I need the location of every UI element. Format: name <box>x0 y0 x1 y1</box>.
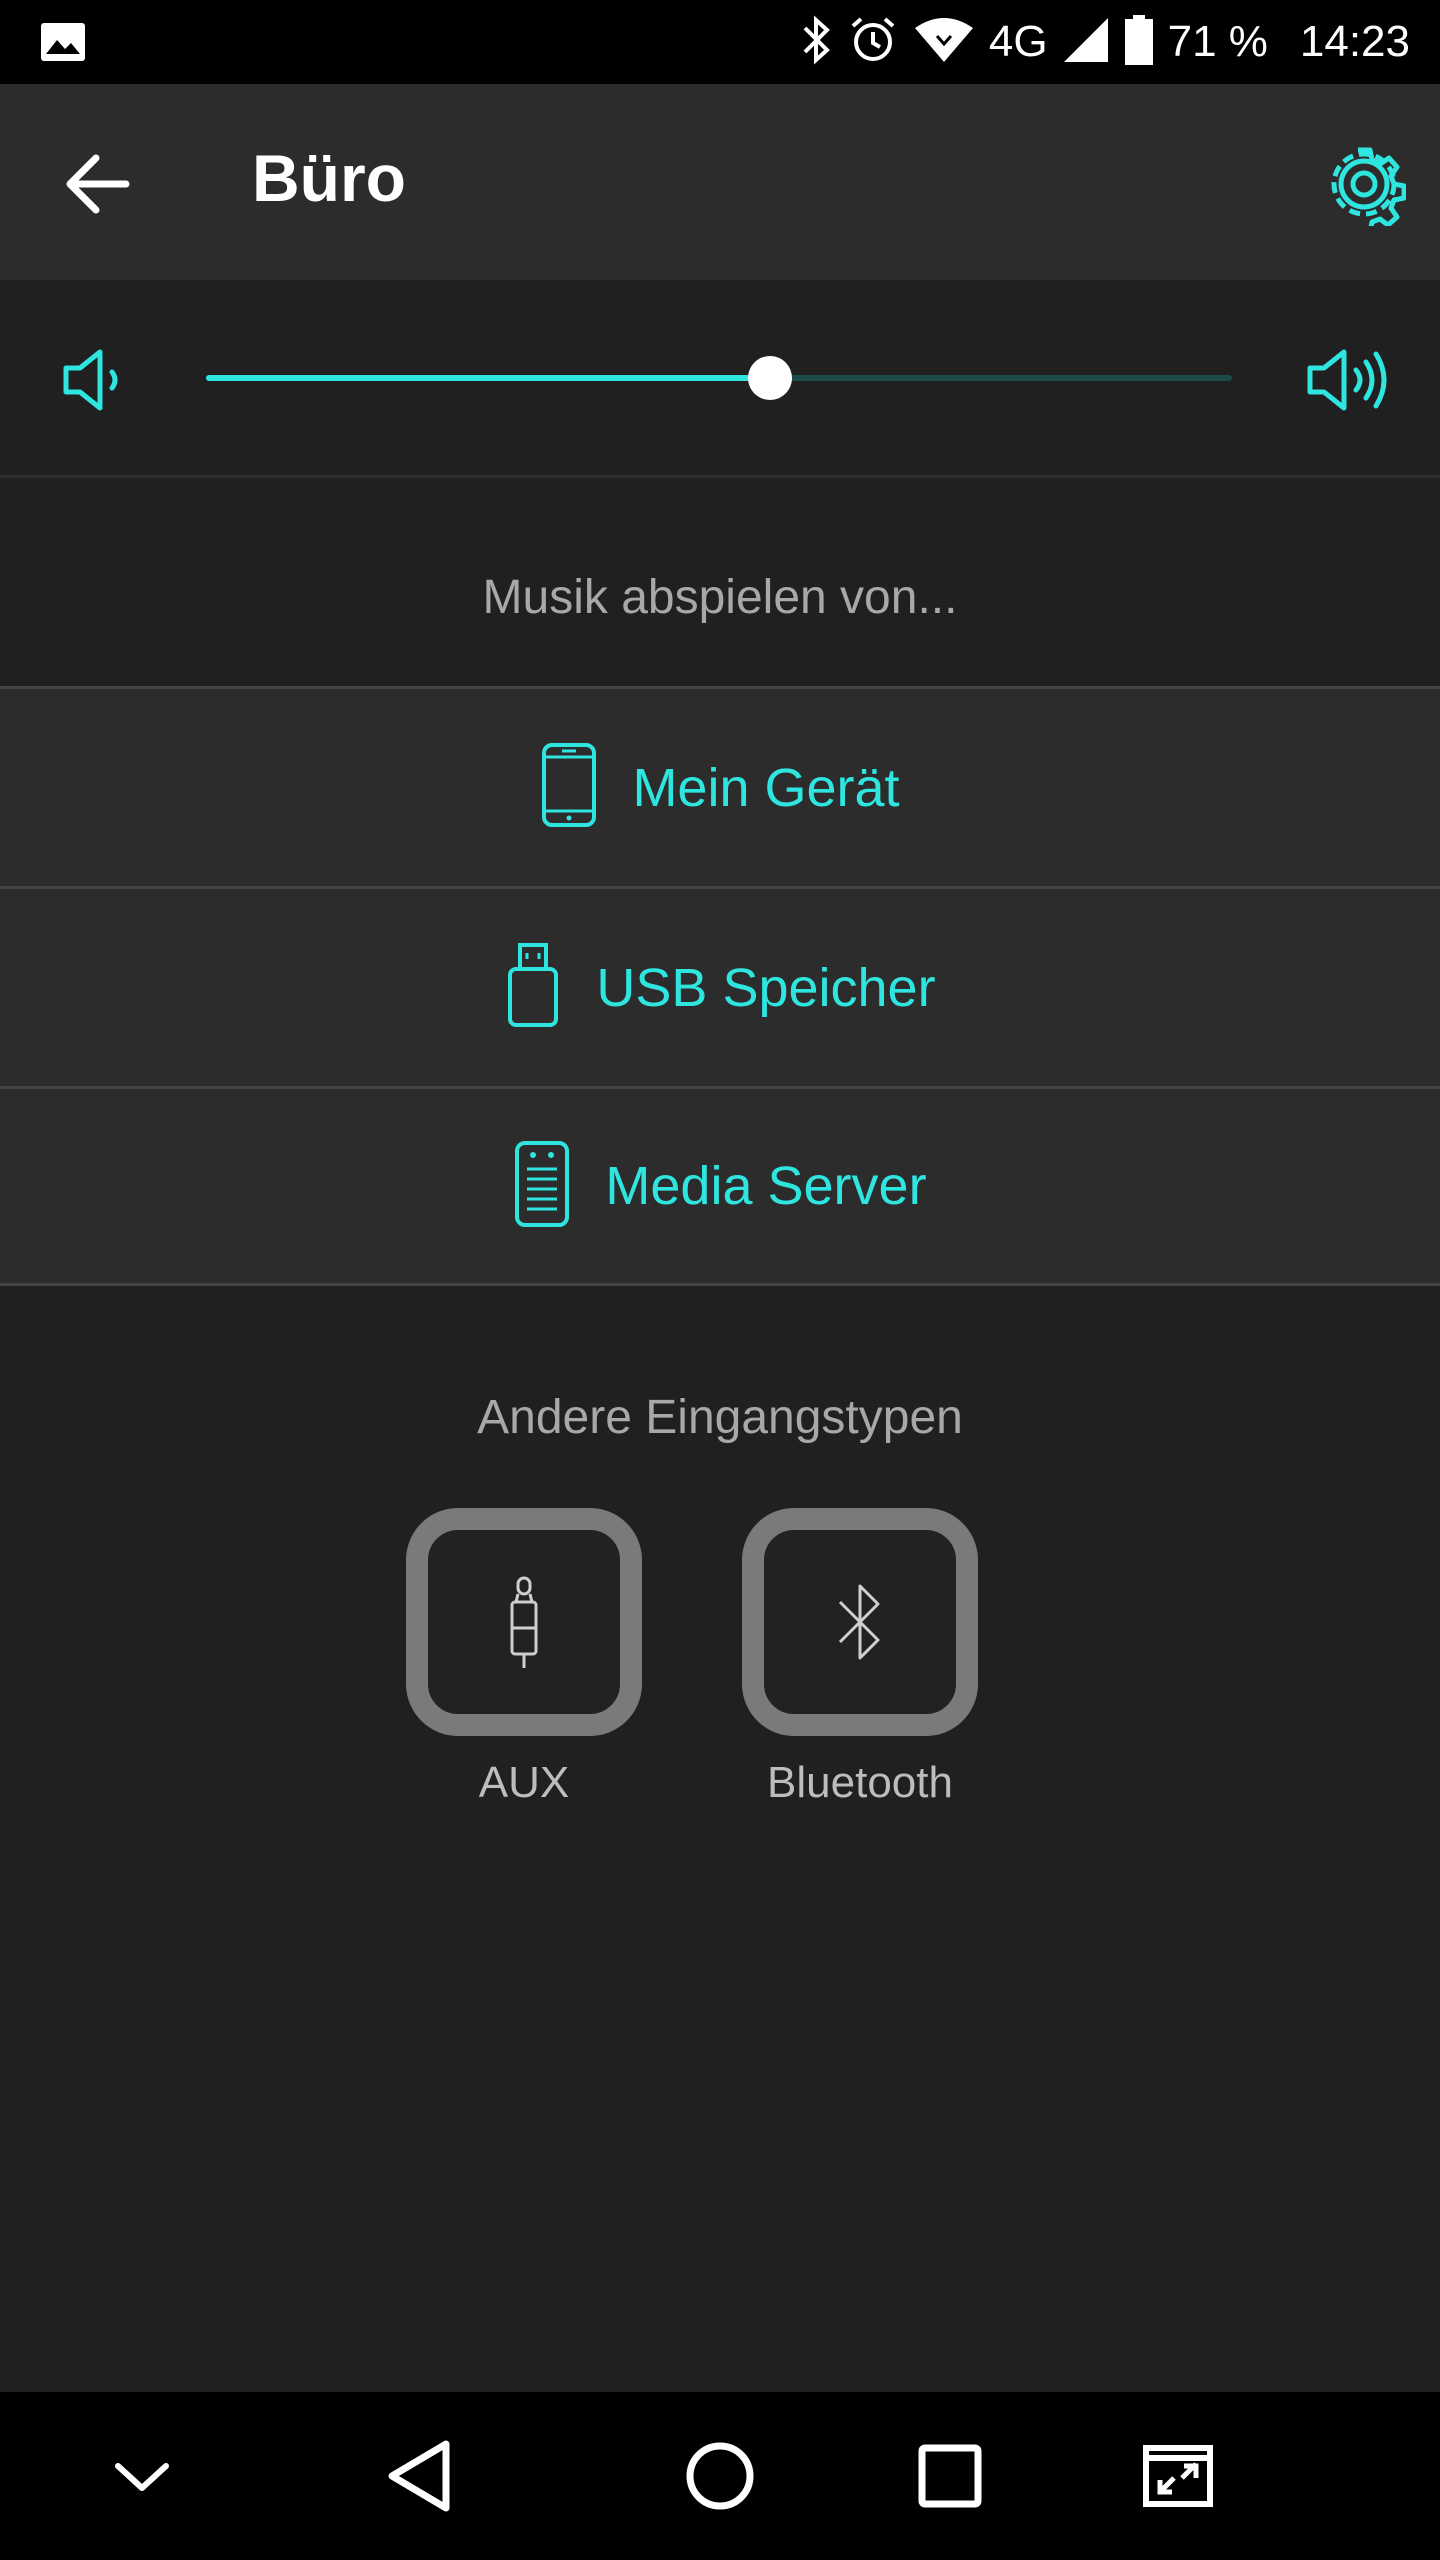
back-button[interactable] <box>56 142 140 226</box>
bluetooth-status-icon <box>799 14 833 71</box>
media-server-icon <box>513 1139 571 1234</box>
battery-icon <box>1124 14 1154 71</box>
nav-recents-button[interactable] <box>908 2434 992 2518</box>
phone-icon <box>540 741 598 834</box>
battery-percent: 71 % <box>1167 17 1268 66</box>
page-title: Büro <box>252 141 406 215</box>
source-item-usb[interactable]: USB Speicher <box>0 886 1440 1086</box>
picture-in-picture-icon <box>1143 2445 1213 2507</box>
source-label: USB Speicher <box>596 957 936 1018</box>
bluetooth-icon <box>838 1584 880 1660</box>
square-recents-icon <box>918 2444 982 2508</box>
aux-tile-frame <box>406 1508 642 1736</box>
triangle-back-icon <box>388 2440 450 2512</box>
network-type: 4G <box>988 17 1048 66</box>
nav-pip-button[interactable] <box>1136 2434 1220 2518</box>
settings-button[interactable] <box>1322 142 1407 233</box>
tile-label: AUX <box>478 1758 570 1807</box>
gallery-notification-icon <box>40 22 86 67</box>
hide-nav-button[interactable] <box>100 2434 184 2518</box>
nav-home-button[interactable] <box>678 2434 762 2518</box>
volume-slider[interactable] <box>206 356 1232 400</box>
input-tile-aux[interactable]: AUX <box>404 1508 644 1808</box>
bluetooth-tile-frame <box>742 1508 978 1736</box>
source-label: Media Server <box>605 1156 927 1216</box>
source-item-my-device[interactable]: Mein Gerät <box>0 686 1440 886</box>
app-bar: Büro <box>0 84 1440 280</box>
system-nav-bar <box>0 2392 1440 2560</box>
usb-stick-icon <box>504 941 562 1034</box>
chevron-down-icon <box>115 2463 169 2491</box>
aux-plug-icon <box>510 1576 538 1668</box>
wifi-icon <box>913 16 975 69</box>
signal-icon <box>1062 16 1110 69</box>
sources-heading: Musik abspielen von... <box>482 571 958 624</box>
input-tile-bluetooth[interactable]: Bluetooth <box>740 1508 980 1808</box>
circle-home-icon <box>686 2442 754 2510</box>
source-item-media-server[interactable]: Media Server <box>0 1086 1440 1286</box>
arrow-left-icon <box>66 154 130 214</box>
volume-low-icon[interactable] <box>60 344 130 421</box>
input-tiles: AUX Bluetooth <box>0 1508 1440 1808</box>
source-label: Mein Gerät <box>632 757 900 818</box>
nav-back-button[interactable] <box>380 2434 464 2518</box>
gear-icon <box>1331 147 1407 233</box>
clock: 14:23 <box>1299 17 1410 66</box>
alarm-icon <box>847 14 899 71</box>
tile-label: Bluetooth <box>767 1758 953 1807</box>
volume-high-icon[interactable] <box>1304 344 1390 421</box>
source-list: Mein Gerät USB Speicher Media Server <box>0 686 1440 1286</box>
volume-row <box>0 280 1440 478</box>
volume-slider-fill <box>206 375 771 381</box>
status-bar: 4G 71 % 14:23 <box>0 0 1440 84</box>
other-inputs-heading: Andere Eingangstypen <box>477 1391 963 1444</box>
volume-slider-thumb[interactable] <box>748 356 793 400</box>
